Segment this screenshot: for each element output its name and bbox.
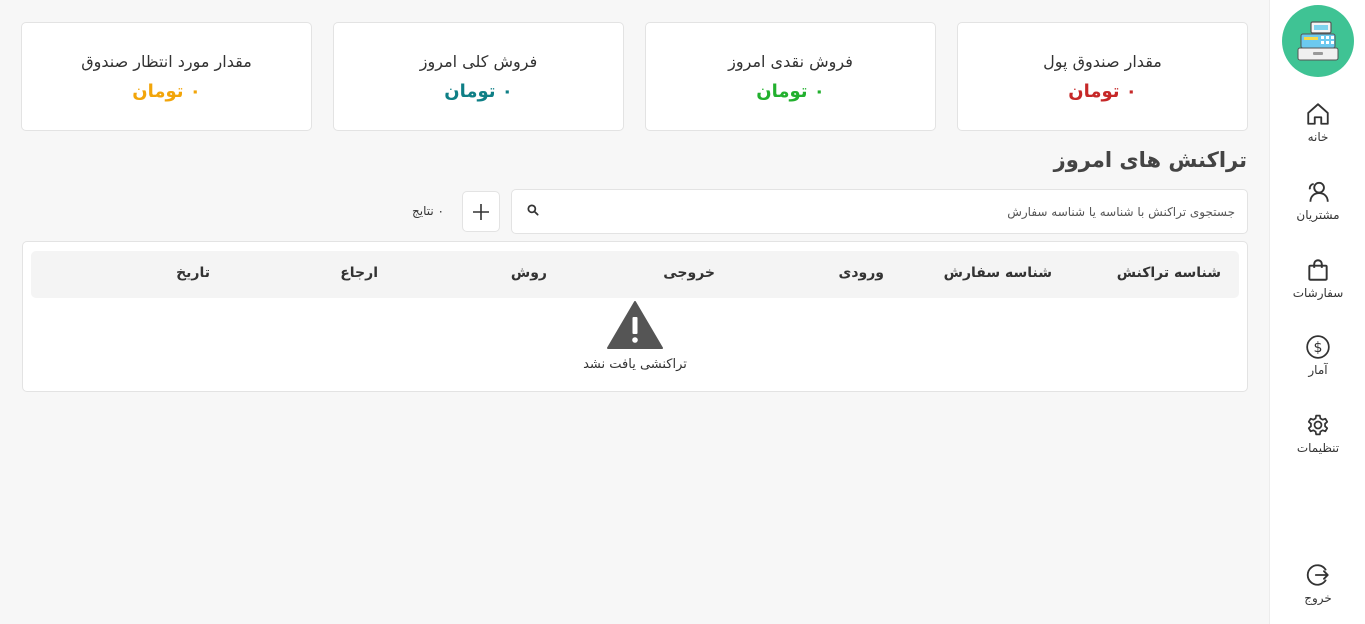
sidebar-item-label: سفارشات <box>1292 286 1344 300</box>
search-icon[interactable] <box>526 203 540 217</box>
add-transaction-button[interactable] <box>462 191 500 232</box>
column-header[interactable]: تاریخ <box>176 265 210 281</box>
dollar-icon: $ <box>1306 335 1330 359</box>
sidebar-item-label: مشتریان <box>1296 208 1340 222</box>
card-title: فروش کلی امروز <box>419 51 538 71</box>
shopping-bag-icon <box>1308 259 1328 281</box>
users-icon <box>1308 181 1329 202</box>
sidebar-item-customers[interactable]: مشتریان <box>1278 179 1358 222</box>
cash-register-logo[interactable] <box>1281 5 1354 77</box>
sidebar-item-home[interactable]: خانه <box>1278 101 1358 144</box>
cash-register-icon <box>1297 21 1338 61</box>
search-box <box>511 189 1248 234</box>
warning-icon <box>607 301 663 349</box>
card-title: فروش نقدی امروز <box>728 51 853 71</box>
sidebar-item-label: آمار <box>1308 363 1328 377</box>
column-header[interactable]: خروجی <box>663 265 715 281</box>
card-expected-drawer: مقدار مورد انتظار صندوق ۰ تومان <box>21 22 312 131</box>
empty-state: تراکنشی یافت نشد <box>23 300 1247 372</box>
card-title: مقدار صندوق پول <box>1043 51 1162 71</box>
plus-icon <box>473 203 489 220</box>
card-value: ۰ تومان <box>756 80 825 102</box>
column-header[interactable]: شناسه سفارش <box>944 265 1052 281</box>
card-value: ۰ تومان <box>444 80 513 102</box>
card-title: مقدار مورد انتظار صندوق <box>81 51 252 71</box>
gear-icon <box>1307 414 1329 436</box>
sidebar-item-orders[interactable]: سفارشات <box>1278 257 1358 300</box>
card-cash-sales-today: فروش نقدی امروز ۰ تومان <box>645 22 936 131</box>
card-value: ۰ تومان <box>132 80 201 102</box>
sidebar: خانه مشتریان سفارشات $ آمار تنظیمات خروج <box>1269 0 1365 624</box>
column-header[interactable]: شناسه تراکنش <box>1117 265 1221 281</box>
logout-icon <box>1306 564 1329 586</box>
empty-message: تراکنشی یافت نشد <box>583 357 687 372</box>
results-count: ۰ نتایج <box>412 204 444 218</box>
sidebar-item-stats[interactable]: $ آمار <box>1278 334 1358 377</box>
column-header[interactable]: ورودی <box>839 265 884 281</box>
svg-text:$: $ <box>1314 340 1323 356</box>
table-header: شناسه تراکنش شناسه سفارش ورودی خروجی روش… <box>31 251 1239 298</box>
search-input[interactable] <box>512 204 1235 219</box>
home-icon <box>1307 103 1329 125</box>
transactions-table: شناسه تراکنش شناسه سفارش ورودی خروجی روش… <box>22 241 1248 392</box>
card-cash-drawer: مقدار صندوق پول ۰ تومان <box>957 22 1248 131</box>
logout-button[interactable]: خروج <box>1278 562 1358 605</box>
page-title: تراکنش های امروز <box>1053 148 1247 172</box>
logout-label: خروج <box>1304 591 1332 605</box>
card-value: ۰ تومان <box>1068 80 1137 102</box>
sidebar-item-label: خانه <box>1307 130 1329 144</box>
sidebar-item-settings[interactable]: تنظیمات <box>1278 412 1358 455</box>
column-header[interactable]: روش <box>511 265 547 281</box>
card-total-sales-today: فروش کلی امروز ۰ تومان <box>333 22 624 131</box>
sidebar-item-label: تنظیمات <box>1296 441 1340 455</box>
column-header[interactable]: ارجاع <box>340 265 378 281</box>
